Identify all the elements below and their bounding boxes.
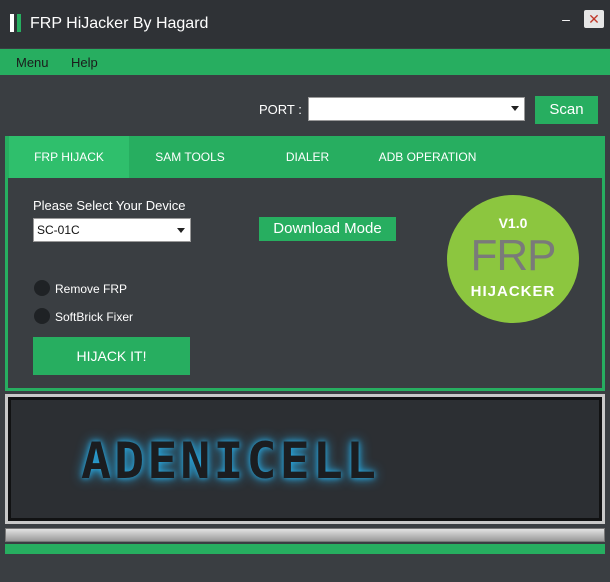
- remove-frp-radio[interactable]: [34, 280, 50, 296]
- status-bar: [5, 544, 605, 554]
- logo-version: V1.0: [498, 215, 528, 231]
- tab-bar: FRP HIJACK SAM TOOLS DIALER ADB OPERATIO…: [5, 136, 605, 178]
- menu-bar: Menu Help: [0, 49, 610, 75]
- menu-item-menu[interactable]: Menu: [16, 55, 49, 70]
- device-select-value: SC-01C: [37, 223, 80, 237]
- softbrick-fixer-radio[interactable]: [34, 308, 50, 324]
- remove-frp-label[interactable]: Remove FRP: [55, 282, 127, 296]
- logo-hijacker: HIJACKER: [470, 283, 556, 300]
- menu-item-help[interactable]: Help: [71, 55, 98, 70]
- banner-background: ADENICELL: [11, 400, 599, 518]
- frp-hijacker-logo: V1.0 FRP HIJACKER: [447, 195, 579, 323]
- chevron-down-icon: [177, 228, 185, 233]
- device-select[interactable]: SC-01C: [33, 218, 191, 242]
- title-bar: FRP HiJacker By Hagard – ✕: [0, 0, 610, 48]
- minimize-button[interactable]: –: [556, 10, 576, 28]
- hijack-button[interactable]: HIJACK IT!: [33, 337, 190, 375]
- progress-bar: [5, 528, 605, 542]
- scan-button[interactable]: Scan: [535, 96, 598, 124]
- banner-text: ADENICELL: [81, 432, 379, 490]
- tab-sam-tools[interactable]: SAM TOOLS: [140, 136, 240, 178]
- tab-dialer[interactable]: DIALER: [270, 136, 345, 178]
- device-select-label: Please Select Your Device: [33, 198, 186, 213]
- tab-adb-operation[interactable]: ADB OPERATION: [370, 136, 485, 178]
- softbrick-fixer-label[interactable]: SoftBrick Fixer: [55, 310, 133, 324]
- app-logo-icon: [10, 14, 22, 32]
- logo-frp: FRP: [470, 231, 557, 280]
- chevron-down-icon: [511, 106, 519, 111]
- port-label: PORT :: [259, 102, 302, 117]
- tab-frp-hijack[interactable]: FRP HIJACK: [9, 136, 129, 178]
- download-mode-button[interactable]: Download Mode: [259, 217, 396, 241]
- close-button[interactable]: ✕: [584, 10, 604, 28]
- port-select[interactable]: [308, 97, 525, 121]
- window-title: FRP HiJacker By Hagard: [30, 15, 209, 32]
- banner-image: ADENICELL: [5, 394, 605, 524]
